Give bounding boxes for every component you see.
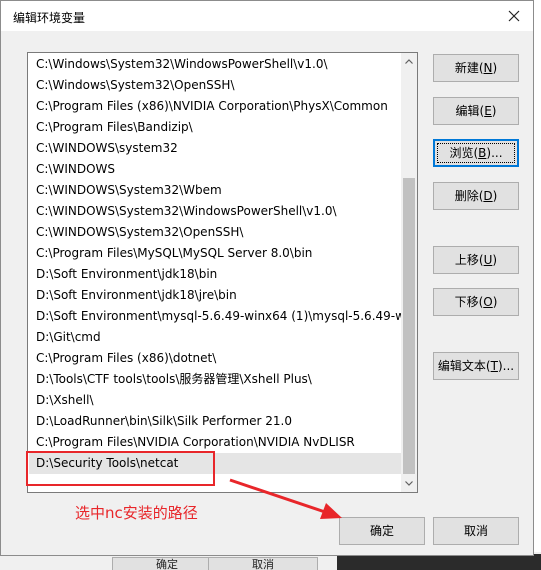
move-down-button-label: 下移( [454,295,484,309]
window-title: 编辑环境变量 [13,11,86,25]
path-list-item[interactable]: D:\Soft Environment\jdk18\jre\bin [29,285,401,306]
new-button[interactable]: 新建(N) [433,54,519,82]
path-list-item[interactable]: C:\WINDOWS\System32\Wbem [29,180,401,201]
background-cancel-button: 取消 [208,557,318,570]
path-list-item[interactable]: D:\Soft Environment\mysql-5.6.49-winx64 … [29,306,401,327]
background-ok-button: 确定 [112,557,222,570]
move-up-button-label: 上移( [454,253,484,267]
path-list-item[interactable]: D:\Xshell\ [29,390,401,411]
path-list-item[interactable]: C:\Program Files\Bandizip\ [29,117,401,138]
annotation-text: 选中nc安装的路径 [75,504,198,522]
focus-rectangle [437,143,515,163]
delete-button-end: ) [492,189,498,203]
path-list-item[interactable]: C:\Program Files (x86)\NVIDIA Corporatio… [29,96,401,117]
move-down-button[interactable]: 下移(O) [433,288,519,316]
edit-button-end: ) [491,104,497,118]
delete-button[interactable]: 删除(D) [433,182,519,210]
delete-button-accel: D [483,189,493,203]
path-list-item[interactable]: C:\WINDOWS\System32\WindowsPowerShell\v1… [29,201,401,222]
edit-button-label: 编辑( [455,104,485,118]
background-dark-panel [337,554,541,570]
close-button[interactable] [501,5,527,27]
ok-button[interactable]: 确定 [339,517,425,545]
path-list-item[interactable]: D:\Git\cmd [29,327,401,348]
path-list-item[interactable]: C:\WINDOWS\system32 [29,138,401,159]
path-list-item[interactable]: C:\WINDOWS\System32\OpenSSH\ [29,222,401,243]
move-down-button-accel: O [483,295,493,309]
path-list-item[interactable]: D:\Tools\CTF tools\tools\服务器管理\Xshell Pl… [29,369,401,390]
path-list[interactable]: C:\Windows\System32\WindowsPowerShell\v1… [29,54,401,491]
delete-button-label: 删除( [454,189,484,203]
move-up-button[interactable]: 上移(U) [433,246,519,274]
path-list-item[interactable]: C:\Program Files\NVIDIA Corporation\NVID… [29,432,401,453]
move-down-button-end: ) [492,295,498,309]
path-list-item[interactable]: C:\Windows\System32\WindowsPowerShell\v1… [29,54,401,75]
edit-text-button-label: 编辑文本( [437,359,491,373]
title-bar[interactable]: 编辑环境变量 [1,1,533,31]
new-button-label: 新建( [454,61,484,75]
path-list-item[interactable]: C:\Program Files\MySQL\MySQL Server 8.0\… [29,243,401,264]
scroll-up-button[interactable] [401,53,417,70]
path-list-item[interactable]: D:\LoadRunner\bin\Silk\Silk Performer 21… [29,411,401,432]
move-up-button-end: ) [492,253,498,267]
edit-text-button-accel: T [490,359,498,373]
scroll-down-button[interactable] [401,475,417,492]
path-list-item[interactable]: C:\WINDOWS [29,159,401,180]
path-list-item[interactable]: C:\Windows\System32\OpenSSH\ [29,75,401,96]
new-button-end: ) [492,61,498,75]
edit-text-button-end: )... [497,359,515,373]
scrollbar-thumb[interactable] [403,178,415,474]
edit-button-accel: E [484,104,492,118]
chevron-down-icon [405,481,413,486]
edit-button[interactable]: 编辑(E) [433,97,519,125]
vertical-scrollbar[interactable] [401,53,417,492]
path-list-item[interactable]: D:\Soft Environment\jdk18\bin [29,264,401,285]
path-list-item[interactable]: C:\Program Files (x86)\dotnet\ [29,348,401,369]
chevron-up-icon [405,59,413,64]
browse-button[interactable]: 浏览(B)... [433,139,519,167]
annotation-highlight-box [26,451,215,486]
edit-text-button[interactable]: 编辑文本(T)... [433,352,519,380]
close-icon [508,10,520,22]
cancel-button[interactable]: 取消 [433,517,519,545]
path-list-box[interactable]: C:\Windows\System32\WindowsPowerShell\v1… [27,52,418,493]
